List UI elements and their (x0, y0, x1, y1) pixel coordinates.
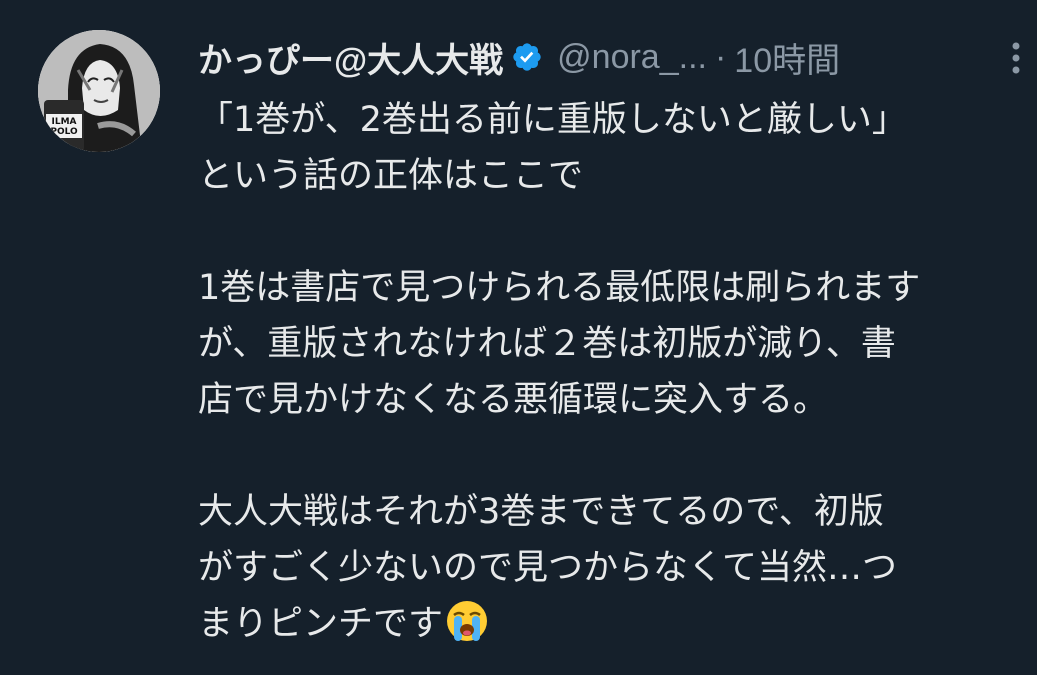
tweet-line: 店で見かけなくなる悪循環に突入する。 (198, 380, 829, 420)
tweet-line: 1巻は書店で見つけられる最低限は刷られます (198, 268, 921, 308)
tweet-line: がすごく少ないので見つからなくて当然…つ (198, 548, 897, 588)
display-name[interactable]: かっぴー@大人大戦 (198, 33, 503, 82)
tweet-text: 「1巻が、2巻出る前に重版しないと厳しい」 という話の正体はここで 1巻は書店で… (198, 92, 1033, 652)
tweet-line-last: まりピンチです (198, 596, 1033, 652)
tweet-line: 大人大戦はそれが3巻まできてるので、初版 (198, 492, 884, 532)
avatar-can-text-2: POLO (50, 127, 78, 137)
tweet[interactable]: ILMA POLO かっぴー@大人大戦 @nora_... · 10時間 「1巻… (0, 0, 1037, 675)
tweet-line: 「1巻が、2巻出る前に重版しないと厳しい」 (198, 100, 907, 140)
tweet-header: かっぴー@大人大戦 @nora_... · 10時間 (198, 32, 840, 82)
tweet-line-text: まりピンチです (198, 604, 444, 644)
separator-dot: · (714, 37, 727, 76)
more-vertical-icon[interactable] (1004, 38, 1028, 78)
verified-badge-icon[interactable] (511, 41, 543, 73)
tweet-line: という話の正体はここで (198, 156, 584, 196)
tweet-line: が、重版されなければ２巻は初版が減り、書 (198, 324, 896, 364)
handle[interactable]: @nora_... (557, 38, 707, 77)
avatar[interactable]: ILMA POLO (38, 30, 160, 152)
timestamp[interactable]: 10時間 (734, 33, 840, 82)
loudly-crying-face-emoji (445, 599, 489, 643)
avatar-can-text-1: ILMA (51, 117, 76, 127)
